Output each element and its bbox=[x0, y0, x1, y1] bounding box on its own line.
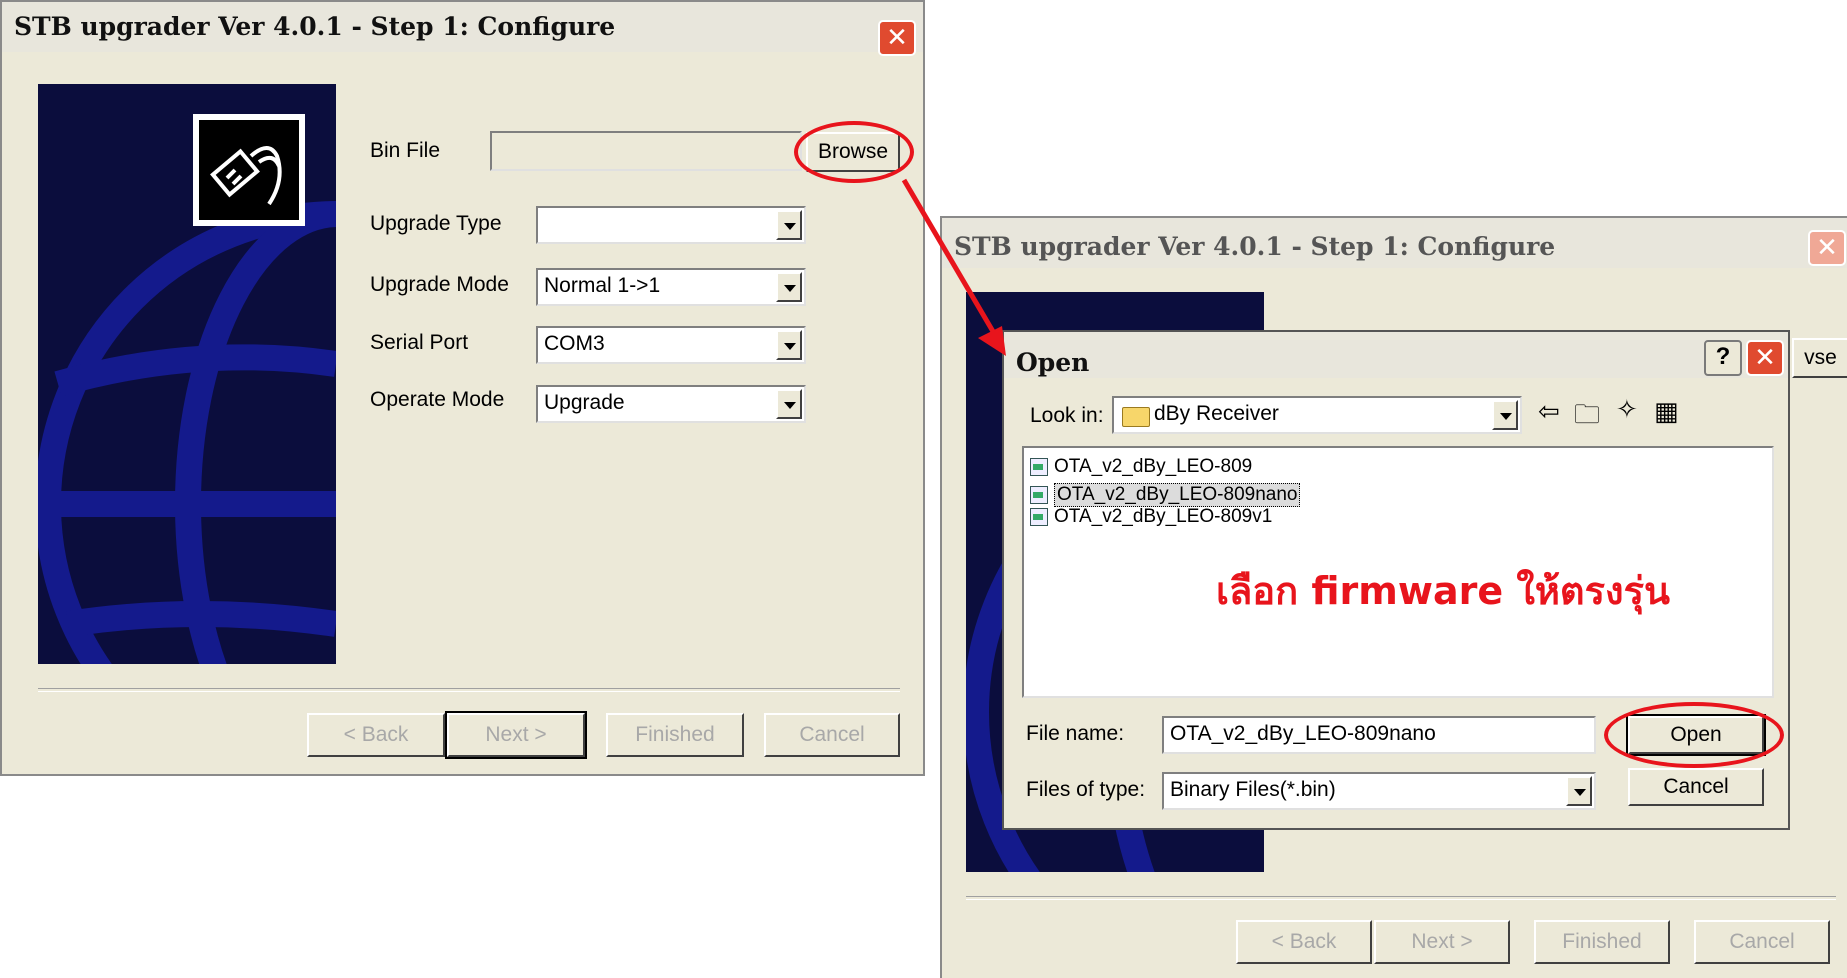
file-name-input[interactable]: OTA_v2_dBy_LEO-809nano bbox=[1162, 716, 1596, 754]
finished-button-label: Finished bbox=[1562, 930, 1642, 953]
serial-port-select[interactable]: COM3 bbox=[536, 326, 806, 364]
files-of-type-value: Binary Files(*.bin) bbox=[1170, 778, 1336, 801]
folder-icon bbox=[1122, 407, 1150, 427]
serial-port-label: Serial Port bbox=[370, 331, 469, 354]
list-item[interactable]: OTA_v2_dBy_LEO-809nano bbox=[1030, 482, 1301, 508]
chevron-down-icon[interactable] bbox=[1492, 400, 1518, 430]
chevron-down-icon[interactable] bbox=[776, 272, 802, 302]
upgrade-mode-label: Upgrade Mode bbox=[370, 273, 509, 296]
view-menu-icon[interactable]: ▦ bbox=[1654, 396, 1679, 427]
finished-button[interactable]: Finished bbox=[606, 713, 744, 757]
chevron-down-icon[interactable] bbox=[776, 389, 802, 419]
back-button[interactable]: < Back bbox=[307, 713, 445, 757]
annotation-caption: เลือก firmware ให้ตรงรุ่น bbox=[1216, 569, 1670, 613]
finished-button-label: Finished bbox=[635, 723, 715, 746]
next-button-label: Next > bbox=[485, 723, 547, 746]
back-button[interactable]: < Back bbox=[1236, 920, 1372, 964]
chevron-down-icon[interactable] bbox=[1566, 776, 1592, 806]
file-icon bbox=[1030, 486, 1048, 504]
window-title: STB upgrader Ver 4.0.1 - Step 1: Configu… bbox=[14, 12, 616, 41]
title-bar: STB upgrader Ver 4.0.1 - Step 1: Configu… bbox=[2, 2, 923, 56]
back-button-label: < Back bbox=[1271, 930, 1337, 953]
dialog-cancel-button[interactable]: Cancel bbox=[1628, 768, 1764, 806]
annotation-arrow bbox=[901, 178, 1006, 356]
close-icon: ✕ bbox=[1754, 342, 1776, 372]
list-item[interactable]: OTA_v2_dBy_LEO-809 bbox=[1030, 454, 1252, 480]
close-icon: ✕ bbox=[1816, 232, 1838, 262]
cancel-button-label: Cancel bbox=[1729, 930, 1795, 953]
title-bar: STB upgrader Ver 4.0.1 - Step 1: Configu… bbox=[942, 218, 1847, 268]
browse-button-label: vse bbox=[1804, 346, 1837, 369]
close-button[interactable]: ✕ bbox=[878, 20, 916, 56]
next-button[interactable]: Next > bbox=[445, 711, 587, 759]
bin-file-field[interactable] bbox=[490, 131, 802, 171]
file-name: OTA_v2_dBy_LEO-809nano bbox=[1054, 483, 1301, 507]
back-button-label: < Back bbox=[343, 723, 409, 746]
operate-mode-label: Operate Mode bbox=[370, 388, 505, 411]
close-button[interactable]: ✕ bbox=[1746, 340, 1784, 376]
cancel-button-label: Cancel bbox=[799, 723, 865, 746]
bin-file-label: Bin File bbox=[370, 139, 441, 162]
new-folder-icon[interactable]: ✧ bbox=[1616, 394, 1638, 425]
divider bbox=[966, 896, 1836, 900]
close-icon: ✕ bbox=[886, 22, 908, 52]
file-name: OTA_v2_dBy_LEO-809 bbox=[1054, 456, 1253, 477]
upgrade-type-select[interactable] bbox=[536, 206, 806, 244]
divider bbox=[38, 688, 900, 692]
window-title: STB upgrader Ver 4.0.1 - Step 1: Configu… bbox=[954, 232, 1556, 261]
file-name: OTA_v2_dBy_LEO-809v1 bbox=[1054, 506, 1273, 527]
files-of-type-label: Files of type: bbox=[1026, 778, 1146, 801]
back-arrow-icon[interactable]: ⇦ bbox=[1538, 396, 1560, 427]
help-button[interactable]: ? bbox=[1704, 340, 1742, 376]
upgrade-type-label: Upgrade Type bbox=[370, 212, 502, 235]
operate-mode-value: Upgrade bbox=[544, 391, 625, 414]
next-button[interactable]: Next > bbox=[1374, 920, 1510, 964]
next-button-label: Next > bbox=[1411, 930, 1473, 953]
chevron-down-icon[interactable] bbox=[776, 330, 802, 360]
dialog-cancel-button-label: Cancel bbox=[1663, 775, 1729, 798]
cancel-button[interactable]: Cancel bbox=[1694, 920, 1830, 964]
upgrade-mode-value: Normal 1->1 bbox=[544, 274, 661, 297]
file-name-label: File name: bbox=[1026, 722, 1125, 745]
title-bar: Open ? ✕ bbox=[1004, 332, 1788, 378]
browse-button[interactable]: vse bbox=[1792, 338, 1847, 378]
network-plug-icon bbox=[193, 114, 305, 226]
cancel-button[interactable]: Cancel bbox=[764, 713, 900, 757]
open-highlight-oval bbox=[1604, 702, 1784, 768]
files-of-type-select[interactable]: Binary Files(*.bin) bbox=[1162, 772, 1596, 810]
operate-mode-select[interactable]: Upgrade bbox=[536, 385, 806, 423]
upgrade-mode-select[interactable]: Normal 1->1 bbox=[536, 268, 806, 306]
upgrader-window-main: STB upgrader Ver 4.0.1 - Step 1: Configu… bbox=[0, 0, 925, 776]
up-folder-icon[interactable]: 🗀 bbox=[1574, 396, 1600, 440]
look-in-value: dBy Receiver bbox=[1154, 402, 1279, 425]
serial-port-value: COM3 bbox=[544, 332, 605, 355]
list-item[interactable]: OTA_v2_dBy_LEO-809v1 bbox=[1030, 506, 1272, 528]
chevron-down-icon[interactable] bbox=[776, 210, 802, 240]
file-icon bbox=[1030, 458, 1048, 476]
finished-button[interactable]: Finished bbox=[1534, 920, 1670, 964]
wizard-side-panel bbox=[38, 84, 336, 664]
file-icon bbox=[1030, 508, 1048, 526]
look-in-label: Look in: bbox=[1030, 404, 1104, 427]
close-button[interactable]: ✕ bbox=[1808, 230, 1846, 266]
help-icon: ? bbox=[1715, 343, 1731, 370]
look-in-select[interactable]: dBy Receiver bbox=[1112, 396, 1522, 434]
